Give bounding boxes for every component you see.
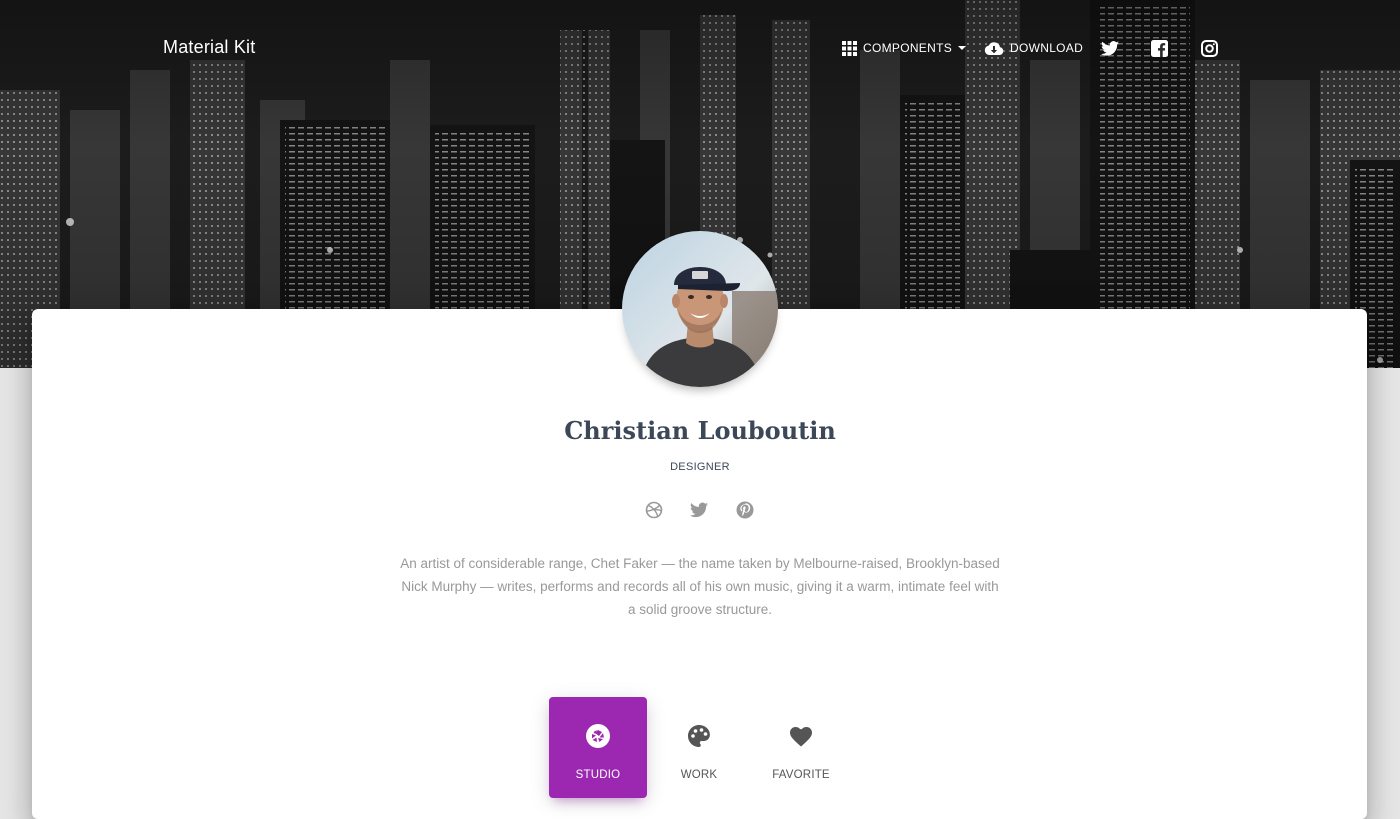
apps-grid-icon: [842, 40, 857, 56]
profile-avatar: [622, 231, 778, 387]
profile-bio: An artist of considerable range, Chet Fa…: [400, 556, 1000, 617]
profile-dribbble-link[interactable]: [644, 500, 664, 520]
instagram-icon: [1201, 39, 1218, 57]
profile-pinterest-link[interactable]: [735, 500, 755, 520]
tab-favorite[interactable]: FAVORITE: [752, 697, 850, 798]
tab-work[interactable]: WORK: [650, 697, 748, 798]
palette-icon: [688, 725, 710, 747]
profile-twitter-link[interactable]: [690, 500, 710, 520]
twitter-icon: [1101, 40, 1119, 56]
tab-studio[interactable]: STUDIO: [549, 697, 647, 798]
profile-social-links: [0, 500, 1400, 520]
heart-icon: [790, 727, 812, 747]
tab-work-label: WORK: [680, 769, 718, 781]
tab-favorite-label: FAVORITE: [772, 769, 830, 781]
profile-tabs: STUDIO WORK FAVORITE: [0, 697, 1400, 799]
tab-studio-label: STUDIO: [575, 769, 621, 781]
navbar-facebook-link[interactable]: [1151, 37, 1168, 59]
components-label: COMPONENTS: [863, 41, 953, 55]
download-label: DOWNLOAD: [1010, 41, 1084, 55]
download-link[interactable]: DOWNLOAD: [984, 37, 1083, 59]
pinterest-icon: [736, 501, 754, 519]
facebook-icon: [1151, 39, 1168, 57]
camera-aperture-icon: [586, 724, 610, 748]
navbar-instagram-link[interactable]: [1201, 37, 1218, 59]
components-dropdown[interactable]: COMPONENTS: [842, 37, 967, 59]
caret-down-icon: [958, 46, 967, 50]
profile-title: DESIGNER: [670, 461, 730, 473]
cloud-download-icon: [984, 41, 1004, 55]
twitter-icon: [690, 502, 708, 518]
dribbble-icon: [645, 501, 663, 519]
navbar-twitter-link[interactable]: [1101, 37, 1119, 59]
profile-name: Christian Louboutin: [564, 416, 836, 445]
brand-logo-text[interactable]: Material Kit: [163, 37, 255, 58]
